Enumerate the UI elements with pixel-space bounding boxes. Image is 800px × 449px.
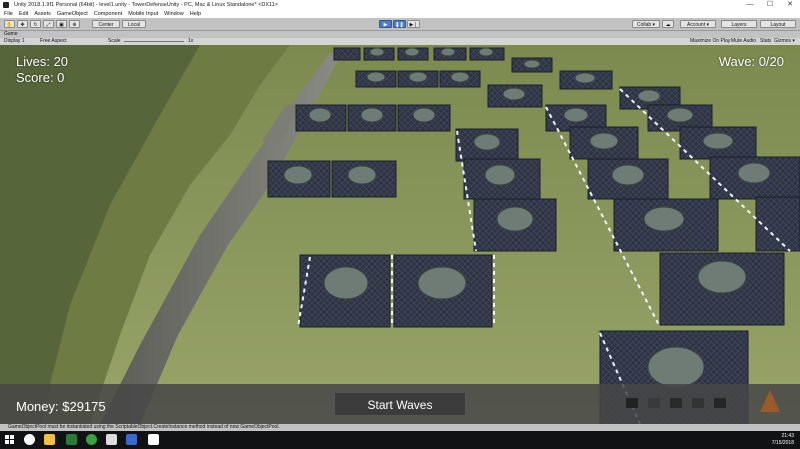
tower-shop-item[interactable] [648,398,660,408]
menu-help[interactable]: Help [190,11,201,17]
visual-studio-icon[interactable] [126,434,137,445]
menu-mobile-input[interactable]: Mobile Input [128,11,158,17]
account-dropdown[interactable]: Account ▾ [680,20,716,28]
file-explorer-icon[interactable] [44,434,55,445]
close-button[interactable]: ✕ [780,0,800,10]
tower-shop-item[interactable] [692,398,704,408]
window-title: Unity 2018.1.9f1 Personal (64bit) - leve… [14,2,278,8]
platform[interactable] [755,196,800,252]
maximize-on-play-toggle[interactable]: Maximize On Play [690,38,730,45]
layers-label: Layers [731,22,747,28]
chrome-icon[interactable] [24,434,35,445]
collab-dropdown[interactable]: Collab ▾ [632,20,660,28]
layout-label: Layout [770,22,786,28]
console-message: GameObjectPool must be instantiated usin… [8,424,280,430]
tower-shop-item[interactable] [670,398,682,408]
game-scene[interactable]: Lives: 20 Score: 0 Wave: 0/20 [0,45,800,424]
menu-bar: File Edit Assets GameObject Component Mo… [0,10,800,18]
platform[interactable] [333,47,361,61]
unity-toolbar: ✋ ✥ ↻ ⤢ ▣ ⊕ Center Local ▶ ❚❚ ▶❘ Collab … [0,18,800,31]
pivot-local-label: Local [128,22,140,28]
minimize-button[interactable]: — [740,0,760,10]
collab-label: Collab ▾ [636,22,656,28]
rect-tool-icon[interactable]: ▣ [56,20,67,28]
start-waves-button[interactable]: Start Waves [334,392,466,416]
pause-icon[interactable]: ❚❚ [393,20,406,28]
play-icon[interactable]: ▶ [379,20,392,28]
clock-time: 21:43 [781,433,794,439]
scale-label: Scale [108,38,121,44]
scene-render [0,45,800,424]
display-dropdown[interactable]: Display 1 [4,38,25,45]
windows-start-icon[interactable] [4,434,15,445]
unity-app-icon [3,2,9,8]
windows-taskbar: 21:43 7/15/2018 [0,431,800,449]
menu-edit[interactable]: Edit [19,11,28,17]
tab-game[interactable]: Game [4,31,18,38]
menu-assets[interactable]: Assets [34,11,51,17]
taskbar-clock[interactable]: 21:43 7/15/2018 [772,433,794,447]
excel-icon[interactable] [66,434,77,445]
scale-slider[interactable] [124,41,184,42]
stats-toggle[interactable]: Stats [760,38,771,45]
move-tool-icon[interactable]: ✥ [17,20,28,28]
lives-label: Lives: 20 [16,54,69,69]
app-icon[interactable] [86,434,97,445]
scale-value: 1x [188,38,194,44]
wave-label: Wave: 0/20 [718,54,784,69]
menu-file[interactable]: File [4,11,13,17]
layout-dropdown[interactable]: Layout [760,20,796,28]
gizmos-dropdown[interactable]: Gizmos ▾ [774,38,795,45]
layers-dropdown[interactable]: Layers [721,20,757,28]
money-label: Money: $29175 [16,399,106,414]
mute-audio-toggle[interactable]: Mute Audio [731,38,756,45]
hand-tool-icon[interactable]: ✋ [4,20,15,28]
unity-hub-icon[interactable] [148,434,159,445]
game-tab-bar: Game [0,31,800,38]
pivot-center-toggle[interactable]: Center [92,20,120,28]
tower-shop-item[interactable] [760,390,780,412]
tower-shop-item[interactable] [714,398,726,408]
rotate-tool-icon[interactable]: ↻ [30,20,41,28]
window-title-bar: Unity 2018.1.9f1 Personal (64bit) - leve… [0,0,800,10]
account-label: Account ▾ [687,22,709,28]
pivot-local-toggle[interactable]: Local [122,20,146,28]
maximize-button[interactable]: ☐ [760,0,780,10]
console-status-bar[interactable]: GameObjectPool must be instantiated usin… [0,424,800,431]
aspect-dropdown[interactable]: Free Aspect [40,38,67,45]
clock-date: 7/15/2018 [771,440,794,446]
score-label: Score: 0 [16,70,65,85]
step-icon[interactable]: ▶❘ [407,20,420,28]
menu-component[interactable]: Component [94,11,122,17]
tower-shop-item[interactable] [626,398,638,408]
transform-tool-icon[interactable]: ⊕ [69,20,80,28]
cloud-icon[interactable]: ☁ [662,20,674,28]
menu-gameobject[interactable]: GameObject [57,11,88,17]
scale-tool-icon[interactable]: ⤢ [43,20,54,28]
unity-icon[interactable] [106,434,117,445]
menu-window[interactable]: Window [164,11,184,17]
pivot-center-label: Center [98,22,114,28]
